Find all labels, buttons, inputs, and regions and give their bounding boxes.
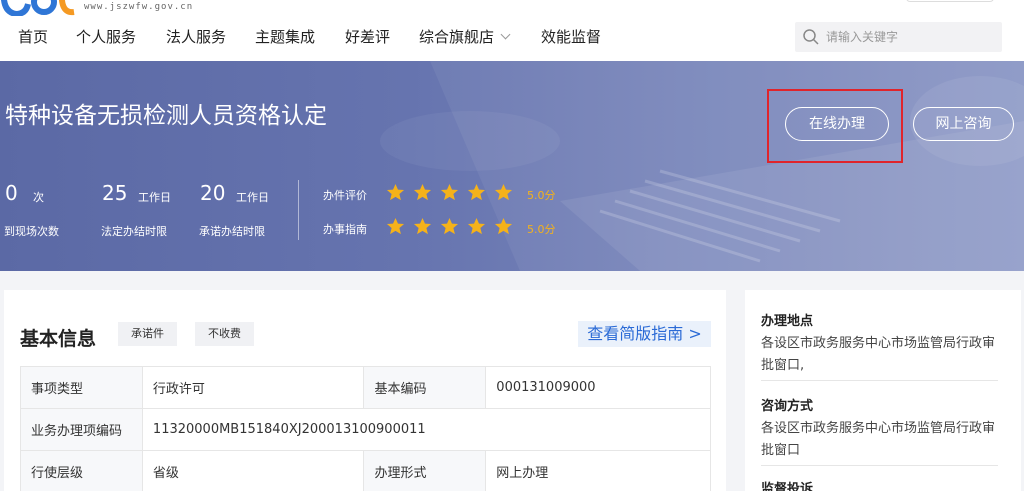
- rating-label-guide: 办事指南: [323, 223, 367, 236]
- nav-theme[interactable]: 主题集成: [255, 26, 315, 47]
- cell-value: 网上办理: [485, 450, 711, 491]
- top-header: www.jszwfw.gov.cn 首页 个人服务 法人服务 主题集成 好差评 …: [0, 0, 1024, 61]
- star-icon: [494, 217, 513, 235]
- search-input[interactable]: [826, 27, 996, 47]
- table-row: 业务办理项编码 11320000MB151840XJ20001310090001…: [20, 408, 712, 451]
- online-consult-button[interactable]: 网上咨询: [913, 107, 1014, 141]
- star-icon: [413, 217, 432, 235]
- search-box: [795, 22, 1002, 52]
- tag-promise: 承诺件: [118, 322, 177, 346]
- star-icon: [386, 183, 405, 201]
- cell-value: 省级: [141, 450, 365, 491]
- cell-value: 000131009000: [485, 366, 711, 409]
- sidebar-consult: 咨询方式 各设区市政务服务中心市场监管局行政审批窗口: [761, 395, 1001, 462]
- view-brief-guide-link[interactable]: 查看简版指南 >: [578, 321, 711, 347]
- star-icon: [413, 183, 432, 201]
- nav-review[interactable]: 好差评: [345, 26, 390, 47]
- stat-legal-limit-label: 法定办结时限: [101, 225, 167, 238]
- highlight-box: [767, 89, 903, 163]
- star-icon: [440, 217, 459, 235]
- info-sidebar: 办理地点 各设区市政务服务中心市场监管局行政审批窗口, 咨询方式 各设区市政务服…: [745, 290, 1021, 491]
- cell-key: 行使层级: [20, 450, 143, 491]
- nav-legal[interactable]: 法人服务: [166, 26, 226, 47]
- cell-key: 办理形式: [363, 450, 487, 491]
- stat-promise-limit-label: 承诺办结时限: [199, 225, 265, 238]
- divider: [761, 465, 998, 466]
- stat-legal-limit-value: 25: [102, 181, 128, 205]
- stat-promise-limit-value: 20: [200, 181, 226, 205]
- search-icon[interactable]: [802, 28, 820, 46]
- cell-key: 基本编码: [363, 366, 487, 409]
- cell-key: 事项类型: [20, 366, 143, 409]
- sidebar-heading: 监督投诉: [761, 482, 814, 491]
- sidebar-heading: 办理地点: [761, 314, 814, 329]
- nav-flagship[interactable]: 综合旗舰店: [419, 26, 511, 47]
- star-icon: [494, 183, 513, 201]
- stats-divider: [298, 180, 299, 240]
- star-icon: [467, 217, 486, 235]
- table-row: 行使层级 省级 办理形式 网上办理: [20, 450, 711, 491]
- nav-supervision[interactable]: 效能监督: [541, 26, 601, 47]
- site-url: www.jszwfw.gov.cn: [84, 2, 194, 12]
- stat-visits-value: 0: [5, 181, 18, 205]
- cell-value: 11320000MB151840XJ200013100900011: [141, 408, 712, 451]
- stat-legal-limit-unit: 工作日: [138, 191, 171, 204]
- cell-key: 业务办理项编码: [20, 408, 143, 451]
- nav-personal[interactable]: 个人服务: [76, 26, 136, 47]
- rating-score-guide: 5.0分: [527, 223, 556, 236]
- site-logo[interactable]: [0, 0, 80, 16]
- star-icon: [440, 183, 459, 201]
- stat-promise-limit-unit: 工作日: [236, 191, 269, 204]
- sidebar-text: 各设区市政务服务中心市场监管局行政审批窗口: [761, 421, 996, 458]
- table-row: 事项类型 行政许可 基本编码 000131009000: [20, 366, 711, 409]
- sidebar-text: 各设区市政务服务中心市场监管局行政审批窗口,: [761, 336, 996, 373]
- cell-value: 行政许可: [141, 366, 365, 409]
- stat-visits-unit: 次: [33, 191, 44, 204]
- section-title: 基本信息: [20, 328, 97, 350]
- basic-info-table: 事项类型 行政许可 基本编码 000131009000 业务办理项编码 1132…: [20, 366, 712, 491]
- basic-info-panel: 基本信息 承诺件 不收费 查看简版指南 > 事项类型 行政许可 基本编码 000…: [4, 290, 726, 491]
- star-icon: [467, 183, 486, 201]
- star-icon: [386, 217, 405, 235]
- rating-label-evaluation: 办件评价: [323, 189, 367, 202]
- sidebar-heading: 咨询方式: [761, 399, 814, 414]
- item-title: 特种设备无损检测人员资格认定: [5, 103, 327, 129]
- rating-score-evaluation: 5.0分: [527, 189, 556, 202]
- nav-flagship-label: 综合旗舰店: [419, 28, 495, 46]
- divider: [761, 380, 998, 381]
- sidebar-location: 办理地点 各设区市政务服务中心市场监管局行政审批窗口,: [761, 310, 1001, 377]
- item-banner: 特种设备无损检测人员资格认定 在线办理 网上咨询 0 次 到现场次数 25 工作…: [0, 61, 1024, 271]
- stat-visits-label: 到现场次数: [4, 225, 59, 238]
- nav-home[interactable]: 首页: [18, 26, 48, 47]
- tag-free: 不收费: [195, 322, 254, 346]
- sidebar-complaint: 监督投诉: [761, 478, 1001, 491]
- top-login-tab[interactable]: [906, 0, 994, 2]
- chevron-down-icon: [500, 29, 511, 40]
